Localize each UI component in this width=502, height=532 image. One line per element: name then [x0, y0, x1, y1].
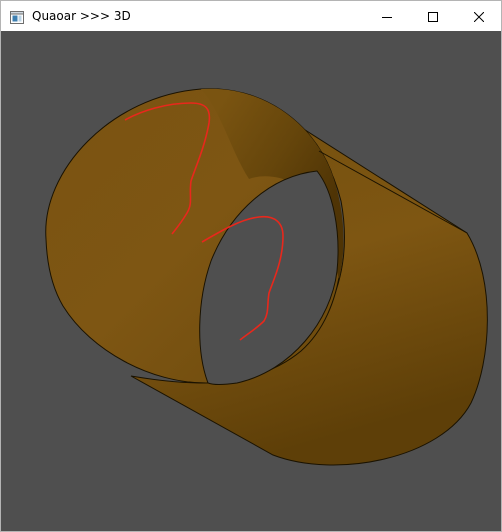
- window-title: Quaoar >>> 3D: [32, 9, 131, 23]
- title-bar[interactable]: Quaoar >>> 3D: [1, 1, 501, 31]
- maximize-button[interactable]: [410, 1, 456, 31]
- 3d-viewport[interactable]: [1, 31, 501, 531]
- close-button[interactable]: [456, 1, 502, 31]
- app-window: Quaoar >>> 3D: [0, 0, 502, 532]
- minimize-button[interactable]: [364, 1, 410, 31]
- maximize-icon: [428, 7, 438, 26]
- close-icon: [473, 7, 485, 26]
- scene-canvas[interactable]: [1, 31, 501, 531]
- minimize-icon: [382, 7, 392, 26]
- app-window-icon: [10, 9, 24, 24]
